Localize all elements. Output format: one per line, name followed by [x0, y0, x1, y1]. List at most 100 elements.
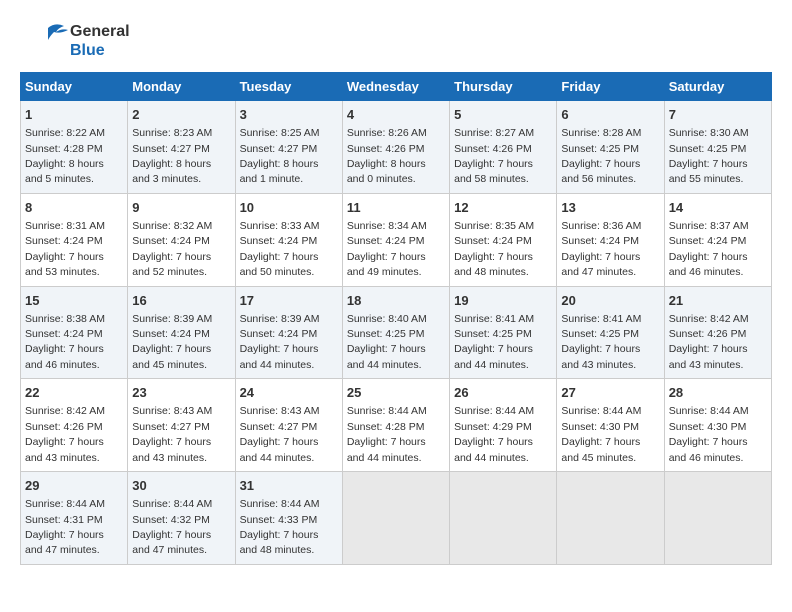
calendar-cell	[342, 472, 449, 565]
cell-info: Sunrise: 8:30 AMSunset: 4:25 PMDaylight:…	[669, 127, 749, 185]
cell-info: Sunrise: 8:44 AMSunset: 4:31 PMDaylight:…	[25, 498, 105, 556]
logo-container: General Blue	[20, 20, 130, 62]
cell-info: Sunrise: 8:44 AMSunset: 4:33 PMDaylight:…	[240, 498, 320, 556]
cell-info: Sunrise: 8:32 AMSunset: 4:24 PMDaylight:…	[132, 220, 212, 278]
week-row-1: 1 Sunrise: 8:22 AMSunset: 4:28 PMDaylight…	[21, 101, 772, 194]
header-cell-thursday: Thursday	[450, 73, 557, 101]
cell-info: Sunrise: 8:25 AMSunset: 4:27 PMDaylight:…	[240, 127, 320, 185]
calendar-cell: 9 Sunrise: 8:32 AMSunset: 4:24 PMDaylight…	[128, 193, 235, 286]
day-number: 19	[454, 292, 552, 310]
cell-info: Sunrise: 8:26 AMSunset: 4:26 PMDaylight:…	[347, 127, 427, 185]
calendar-cell: 17Sunrise: 8:39 AMSunset: 4:24 PMDayligh…	[235, 286, 342, 379]
cell-info: Sunrise: 8:40 AMSunset: 4:25 PMDaylight:…	[347, 313, 427, 371]
calendar-cell: 24 Sunrise: 8:43 AMSunset: 4:27 PMDayligh…	[235, 379, 342, 472]
calendar-cell: 10 Sunrise: 8:33 AMSunset: 4:24 PMDayligh…	[235, 193, 342, 286]
day-number: 24	[240, 384, 338, 402]
calendar-cell	[557, 472, 664, 565]
cell-info: Sunrise: 8:41 AMSunset: 4:25 PMDaylight:…	[454, 313, 534, 371]
day-number: 30	[132, 477, 230, 495]
cell-info: Sunrise: 8:31 AMSunset: 4:24 PMDaylight:…	[25, 220, 105, 278]
logo-text-blue: Blue	[70, 41, 130, 60]
cell-info: Sunrise: 8:33 AMSunset: 4:24 PMDaylight:…	[240, 220, 320, 278]
page-header: General Blue	[20, 20, 772, 62]
day-number: 10	[240, 199, 338, 217]
cell-info: Sunrise: 8:37 AMSunset: 4:24 PMDaylight:…	[669, 220, 749, 278]
header-row: SundayMondayTuesdayWednesdayThursdayFrid…	[21, 73, 772, 101]
cell-info: Sunrise: 8:44 AMSunset: 4:28 PMDaylight:…	[347, 405, 427, 463]
calendar-cell: 31 Sunrise: 8:44 AMSunset: 4:33 PMDayligh…	[235, 472, 342, 565]
day-number: 26	[454, 384, 552, 402]
logo-bird-icon	[20, 20, 70, 62]
day-number: 15	[25, 292, 123, 310]
day-number: 2	[132, 106, 230, 124]
calendar-cell: 4 Sunrise: 8:26 AMSunset: 4:26 PMDaylight…	[342, 101, 449, 194]
day-number: 25	[347, 384, 445, 402]
calendar-cell: 2 Sunrise: 8:23 AMSunset: 4:27 PMDaylight…	[128, 101, 235, 194]
header-cell-wednesday: Wednesday	[342, 73, 449, 101]
cell-info: Sunrise: 8:43 AMSunset: 4:27 PMDaylight:…	[132, 405, 212, 463]
header-cell-monday: Monday	[128, 73, 235, 101]
calendar-cell: 5 Sunrise: 8:27 AMSunset: 4:26 PMDaylight…	[450, 101, 557, 194]
calendar-cell: 13Sunrise: 8:36 AMSunset: 4:24 PMDayligh…	[557, 193, 664, 286]
logo: General Blue	[20, 20, 130, 62]
day-number: 21	[669, 292, 767, 310]
day-number: 17	[240, 292, 338, 310]
day-number: 31	[240, 477, 338, 495]
week-row-2: 8 Sunrise: 8:31 AMSunset: 4:24 PMDaylight…	[21, 193, 772, 286]
week-row-4: 22 Sunrise: 8:42 AMSunset: 4:26 PMDayligh…	[21, 379, 772, 472]
week-row-5: 29 Sunrise: 8:44 AMSunset: 4:31 PMDayligh…	[21, 472, 772, 565]
cell-info: Sunrise: 8:42 AMSunset: 4:26 PMDaylight:…	[669, 313, 749, 371]
calendar-cell: 7Sunrise: 8:30 AMSunset: 4:25 PMDaylight…	[664, 101, 771, 194]
day-number: 12	[454, 199, 552, 217]
day-number: 3	[240, 106, 338, 124]
calendar-cell: 15 Sunrise: 8:38 AMSunset: 4:24 PMDayligh…	[21, 286, 128, 379]
calendar-cell: 23Sunrise: 8:43 AMSunset: 4:27 PMDayligh…	[128, 379, 235, 472]
day-number: 27	[561, 384, 659, 402]
cell-info: Sunrise: 8:23 AMSunset: 4:27 PMDaylight:…	[132, 127, 212, 185]
cell-info: Sunrise: 8:43 AMSunset: 4:27 PMDaylight:…	[240, 405, 320, 463]
cell-info: Sunrise: 8:38 AMSunset: 4:24 PMDaylight:…	[25, 313, 105, 371]
day-number: 14	[669, 199, 767, 217]
day-number: 9	[132, 199, 230, 217]
day-number: 8	[25, 199, 123, 217]
calendar-cell: 30Sunrise: 8:44 AMSunset: 4:32 PMDayligh…	[128, 472, 235, 565]
calendar-table: SundayMondayTuesdayWednesdayThursdayFrid…	[20, 72, 772, 565]
day-number: 11	[347, 199, 445, 217]
calendar-cell: 28 Sunrise: 8:44 AMSunset: 4:30 PMDayligh…	[664, 379, 771, 472]
calendar-cell: 6Sunrise: 8:28 AMSunset: 4:25 PMDaylight…	[557, 101, 664, 194]
cell-info: Sunrise: 8:39 AMSunset: 4:24 PMDaylight:…	[132, 313, 212, 371]
cell-info: Sunrise: 8:44 AMSunset: 4:30 PMDaylight:…	[561, 405, 641, 463]
day-number: 28	[669, 384, 767, 402]
calendar-cell: 26Sunrise: 8:44 AMSunset: 4:29 PMDayligh…	[450, 379, 557, 472]
calendar-cell: 1 Sunrise: 8:22 AMSunset: 4:28 PMDaylight…	[21, 101, 128, 194]
calendar-cell: 12Sunrise: 8:35 AMSunset: 4:24 PMDayligh…	[450, 193, 557, 286]
calendar-cell: 21 Sunrise: 8:42 AMSunset: 4:26 PMDayligh…	[664, 286, 771, 379]
calendar-cell	[450, 472, 557, 565]
calendar-cell: 8 Sunrise: 8:31 AMSunset: 4:24 PMDaylight…	[21, 193, 128, 286]
week-row-3: 15 Sunrise: 8:38 AMSunset: 4:24 PMDayligh…	[21, 286, 772, 379]
day-number: 13	[561, 199, 659, 217]
calendar-cell: 19 Sunrise: 8:41 AMSunset: 4:25 PMDayligh…	[450, 286, 557, 379]
calendar-cell: 22 Sunrise: 8:42 AMSunset: 4:26 PMDayligh…	[21, 379, 128, 472]
calendar-cell: 16Sunrise: 8:39 AMSunset: 4:24 PMDayligh…	[128, 286, 235, 379]
cell-info: Sunrise: 8:28 AMSunset: 4:25 PMDaylight:…	[561, 127, 641, 185]
calendar-cell: 14 Sunrise: 8:37 AMSunset: 4:24 PMDayligh…	[664, 193, 771, 286]
calendar-cell: 11Sunrise: 8:34 AMSunset: 4:24 PMDayligh…	[342, 193, 449, 286]
calendar-cell: 27 Sunrise: 8:44 AMSunset: 4:30 PMDayligh…	[557, 379, 664, 472]
calendar-cell	[664, 472, 771, 565]
cell-info: Sunrise: 8:27 AMSunset: 4:26 PMDaylight:…	[454, 127, 534, 185]
cell-info: Sunrise: 8:22 AMSunset: 4:28 PMDaylight:…	[25, 127, 105, 185]
day-number: 29	[25, 477, 123, 495]
day-number: 4	[347, 106, 445, 124]
calendar-cell: 25 Sunrise: 8:44 AMSunset: 4:28 PMDayligh…	[342, 379, 449, 472]
header-cell-sunday: Sunday	[21, 73, 128, 101]
cell-info: Sunrise: 8:44 AMSunset: 4:30 PMDaylight:…	[669, 405, 749, 463]
day-number: 5	[454, 106, 552, 124]
cell-info: Sunrise: 8:42 AMSunset: 4:26 PMDaylight:…	[25, 405, 105, 463]
day-number: 20	[561, 292, 659, 310]
cell-info: Sunrise: 8:41 AMSunset: 4:25 PMDaylight:…	[561, 313, 641, 371]
calendar-cell: 3 Sunrise: 8:25 AMSunset: 4:27 PMDaylight…	[235, 101, 342, 194]
day-number: 1	[25, 106, 123, 124]
header-cell-saturday: Saturday	[664, 73, 771, 101]
day-number: 22	[25, 384, 123, 402]
